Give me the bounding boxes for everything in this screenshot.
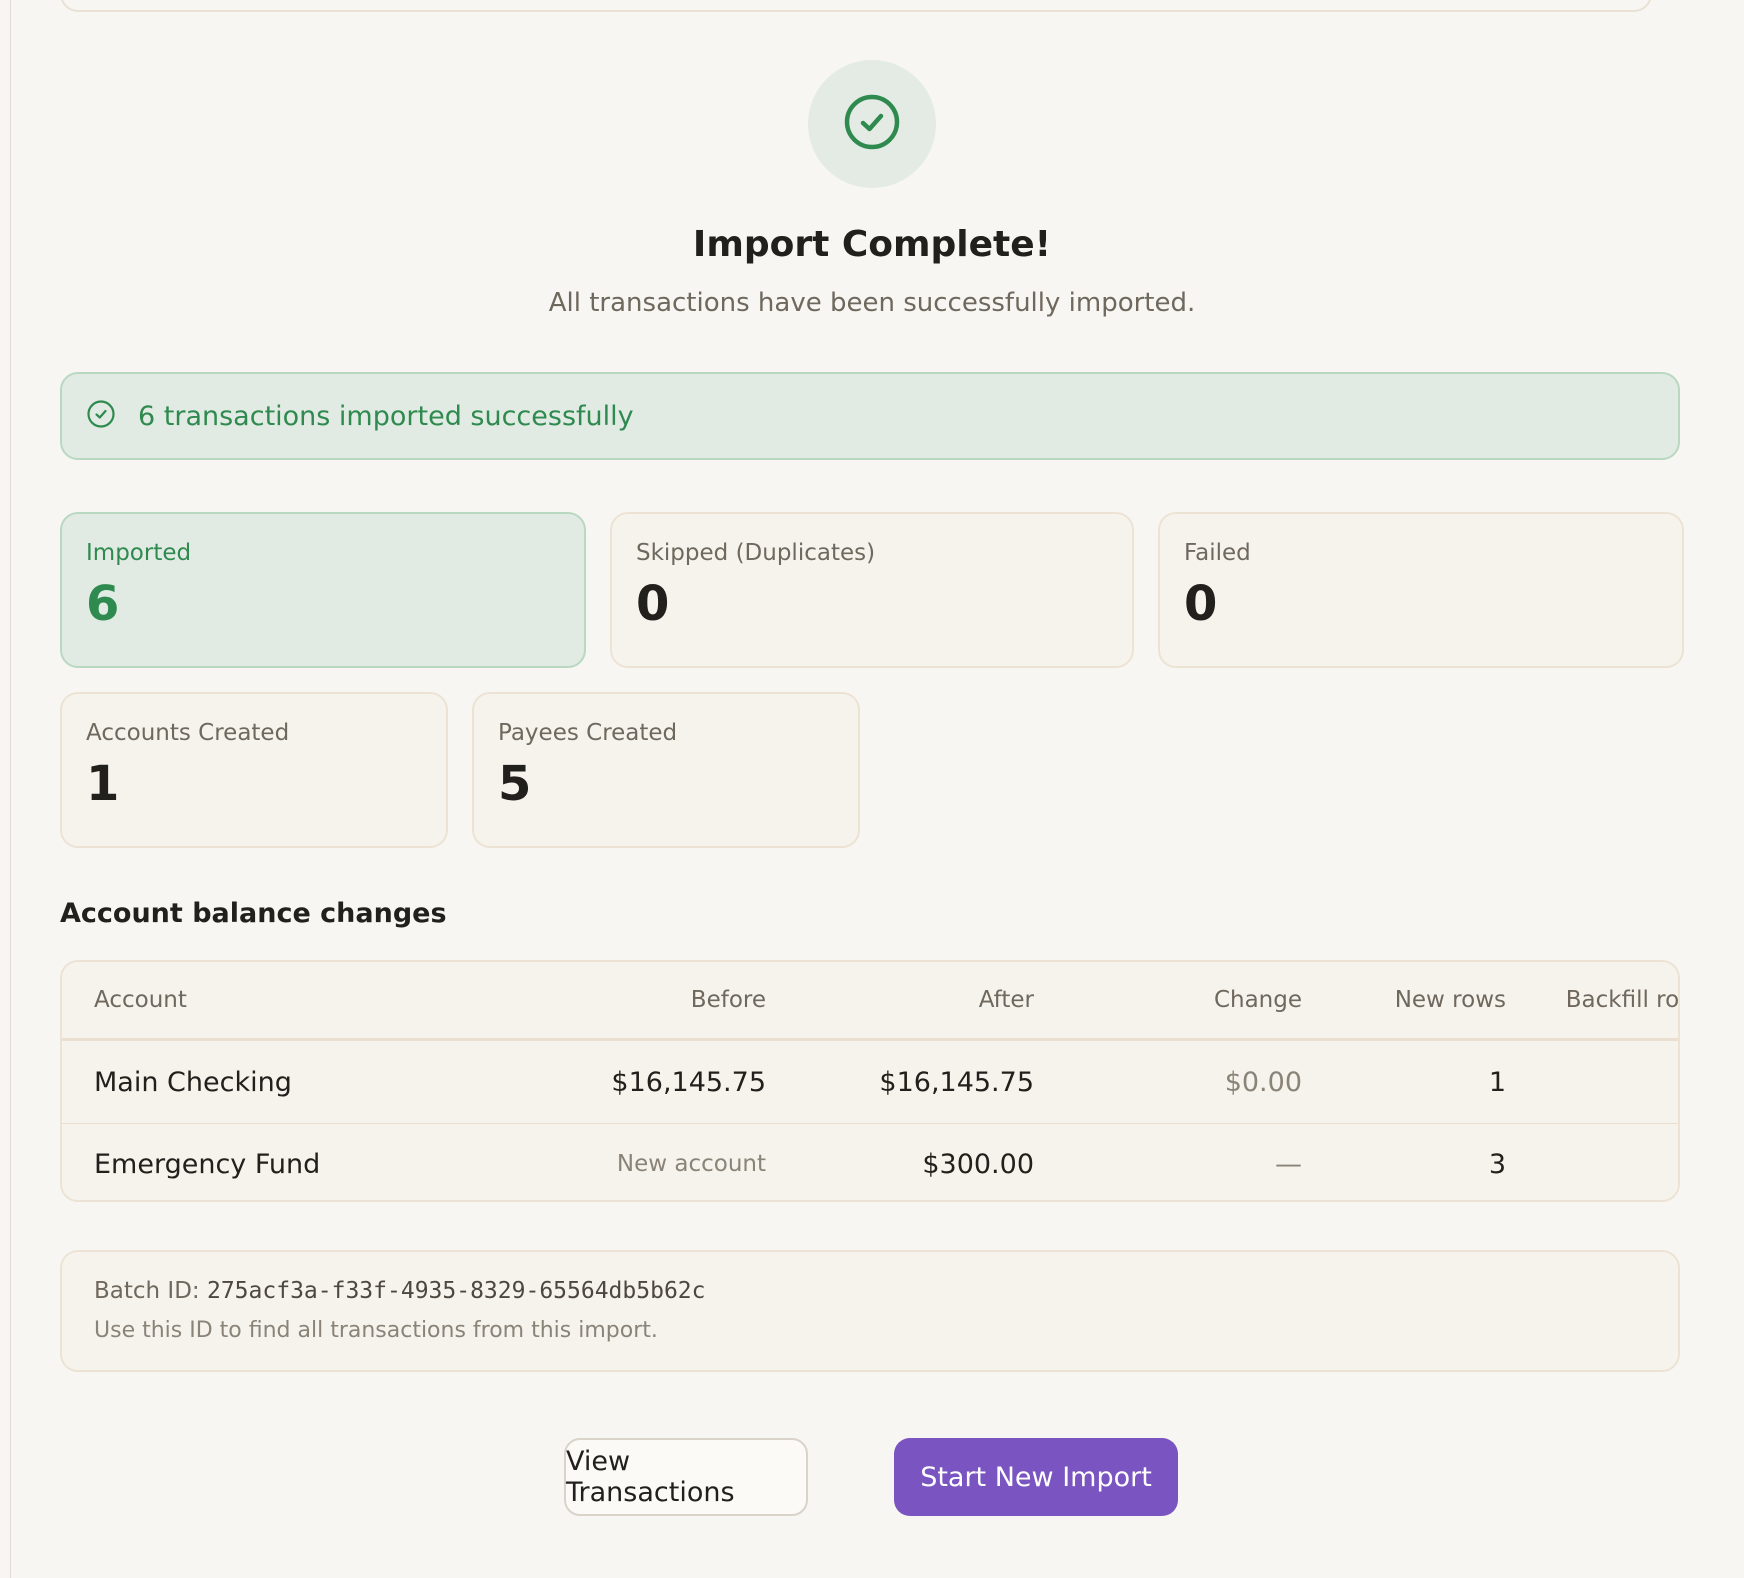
stat-value: 0: [636, 576, 670, 632]
stat-card-imported: Imported 6: [60, 512, 586, 668]
page-subtitle: All transactions have been successfully …: [548, 288, 1196, 318]
stat-value: 1: [86, 756, 120, 812]
cell-backfill-rows: 2: [1506, 1041, 1678, 1123]
stat-label: Accounts Created: [86, 720, 290, 746]
table-header-row: Account Before After Change New rows Bac…: [62, 962, 1678, 1041]
column-header-account: Account: [94, 987, 187, 1013]
stat-value: 5: [498, 756, 532, 812]
cell-after: $16,145.75: [879, 1066, 1034, 1098]
stat-label: Imported: [86, 540, 192, 566]
stat-label: Failed: [1184, 540, 1251, 566]
table-row: Main Checking $16,145.75 $16,145.75 $0.0…: [62, 1041, 1678, 1124]
balance-changes-table: Account Before After Change New rows Bac…: [60, 960, 1680, 1202]
stat-value: 0: [1184, 576, 1218, 632]
cell-after: $300.00: [922, 1148, 1034, 1180]
cell-before: New account: [616, 1151, 766, 1177]
stat-card-failed: Failed 0: [1158, 512, 1684, 668]
start-new-import-button[interactable]: Start New Import: [894, 1438, 1178, 1516]
cell-account: Emergency Fund: [94, 1148, 321, 1180]
batch-id-value: 275acf3a-f33f-4935-8329-65564db5b62c: [206, 1278, 706, 1304]
view-transactions-button[interactable]: View Transactions: [564, 1438, 808, 1516]
table-row: Emergency Fund New account $300.00 — 3 0: [62, 1124, 1678, 1200]
section-title-balance-changes: Account balance changes: [60, 898, 447, 929]
cell-change: —: [1275, 1148, 1302, 1180]
batch-info-card: Batch ID: 275acf3a-f33f-4935-8329-65564d…: [60, 1250, 1680, 1372]
page-title: Import Complete!: [692, 224, 1052, 265]
cell-before: $16,145.75: [611, 1066, 766, 1098]
column-header-after: After: [978, 987, 1034, 1013]
check-circle-icon: [842, 92, 902, 156]
cell-account: Main Checking: [94, 1066, 292, 1098]
page-frame-edge: [10, 0, 11, 1578]
batch-id-line: Batch ID: 275acf3a-f33f-4935-8329-65564d…: [94, 1278, 1678, 1304]
stat-card-skipped: Skipped (Duplicates) 0: [610, 512, 1134, 668]
batch-id-label: Batch ID:: [94, 1278, 200, 1304]
stat-value: 6: [86, 576, 120, 632]
previous-card-edge: [60, 0, 1652, 12]
stat-label: Payees Created: [498, 720, 678, 746]
column-header-before: Before: [690, 987, 766, 1013]
batch-id-hint: Use this ID to find all transactions fro…: [94, 1318, 658, 1343]
cell-backfill-rows: 0: [1506, 1124, 1678, 1200]
success-banner: 6 transactions imported successfully: [60, 372, 1680, 460]
cell-change: $0.00: [1224, 1066, 1302, 1098]
cell-new-rows: 1: [1488, 1066, 1506, 1098]
cell-new-rows: 3: [1488, 1148, 1506, 1180]
column-header-backfill-rows: Backfill rows: [1565, 987, 1680, 1013]
stat-card-accounts-created: Accounts Created 1: [60, 692, 448, 848]
column-header-new-rows: New rows: [1394, 987, 1506, 1013]
success-banner-text: 6 transactions imported successfully: [138, 400, 634, 432]
stat-label: Skipped (Duplicates): [636, 540, 876, 566]
stat-card-payees-created: Payees Created 5: [472, 692, 860, 848]
column-header-change: Change: [1213, 987, 1302, 1013]
success-badge: [808, 60, 936, 188]
check-circle-icon: [86, 399, 116, 433]
